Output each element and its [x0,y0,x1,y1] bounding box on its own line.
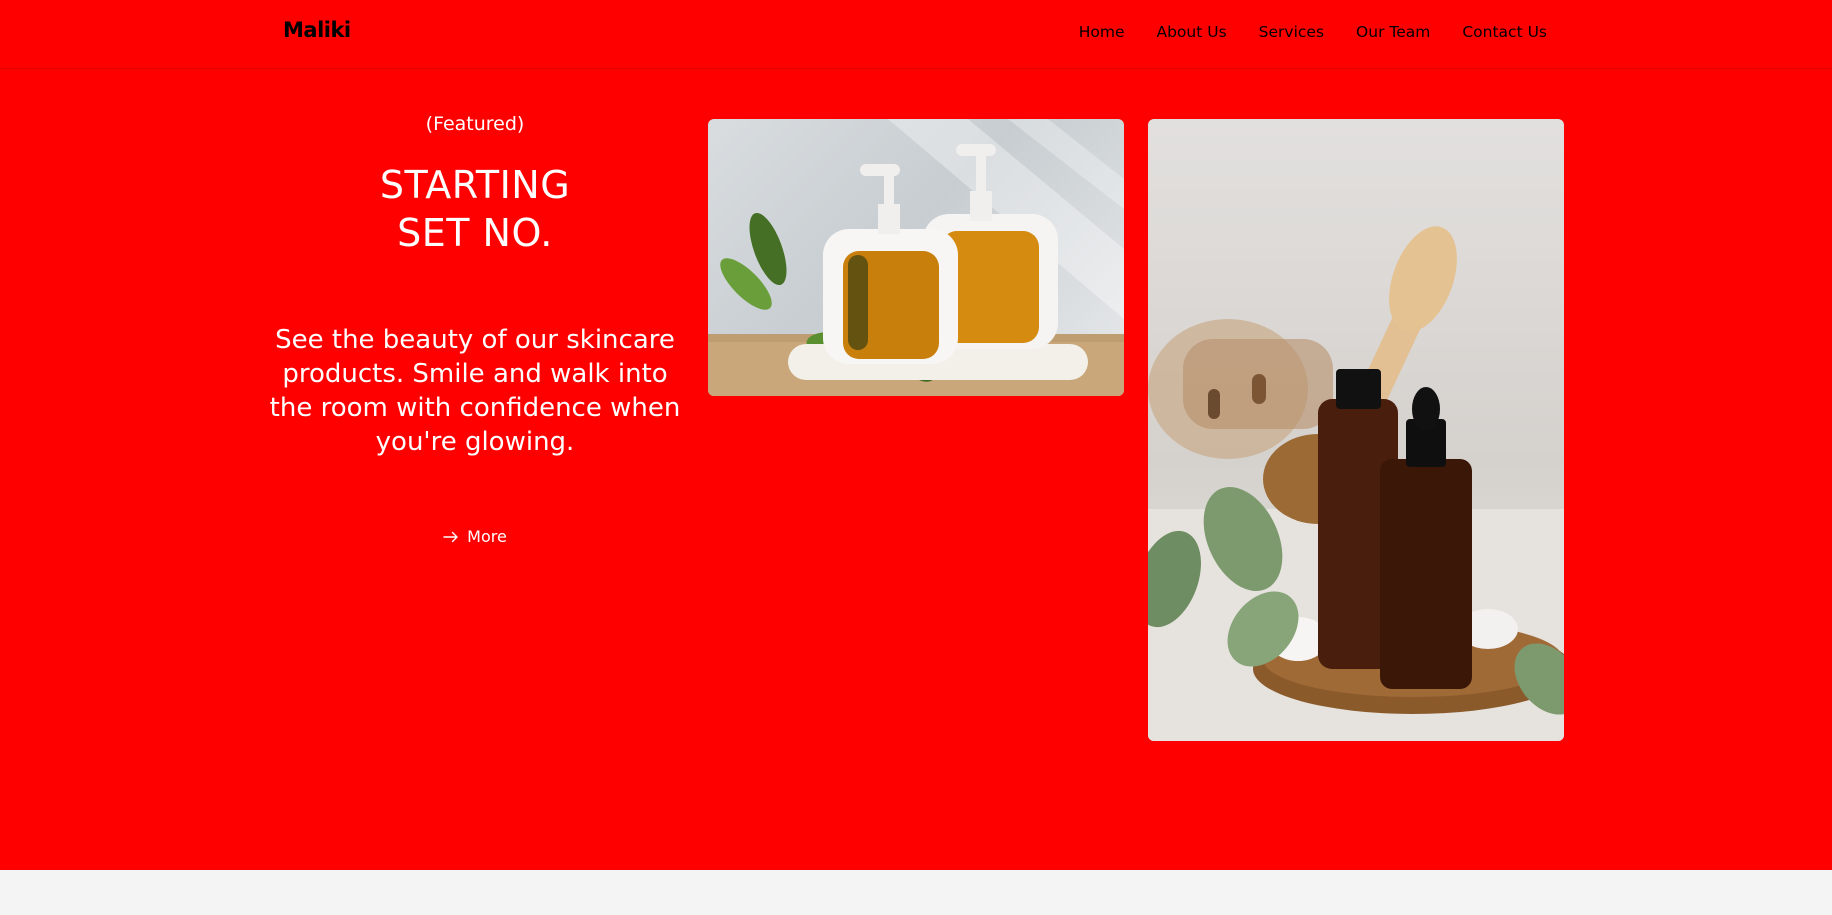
hero-section: Maliki Home About Us Services Our Team C… [0,0,1832,870]
hero-text-block: (Featured) STARTING SET NO. See the beau… [268,112,682,547]
nav-services[interactable]: Services [1259,22,1324,42]
site-logo[interactable]: Maliki [283,18,351,42]
more-link[interactable]: More [443,527,507,546]
page-footer-area [0,870,1832,915]
hero-description: See the beauty of our skincare products.… [269,325,681,457]
product-image-soap-dispensers [708,119,1124,396]
nav-about-us[interactable]: About Us [1156,22,1226,42]
nav-home[interactable]: Home [1079,22,1125,42]
hero-title: STARTING SET NO. [268,161,682,257]
arrow-right-icon [443,531,459,543]
main-nav: Home About Us Services Our Team Contact … [1047,22,1547,42]
more-link-label: More [467,527,507,546]
site-header: Maliki Home About Us Services Our Team C… [0,0,1832,69]
product-image-serum-bottles [1148,119,1564,741]
hero-title-line-2: SET NO. [397,211,553,255]
nav-our-team[interactable]: Our Team [1356,22,1430,42]
featured-label: (Featured) [425,113,525,135]
hero-title-line-1: STARTING [379,163,571,207]
nav-contact-us[interactable]: Contact Us [1462,22,1547,42]
